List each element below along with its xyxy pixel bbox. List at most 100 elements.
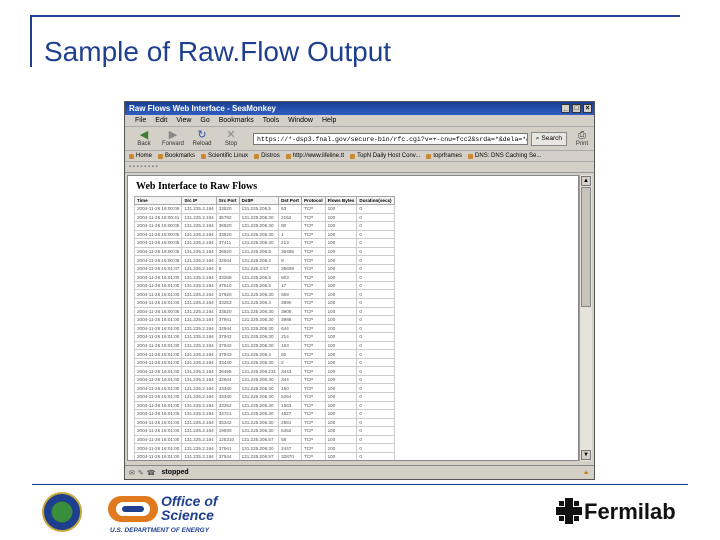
table-cell: 2004-11-26 16:01:00 xyxy=(133,366,183,376)
bookmark-topn[interactable]: TopN Daily Host Conv... xyxy=(350,153,420,159)
table-row: 2004-11-26 16:00:05 131.225.2.164 33520 131… xyxy=(133,204,395,214)
fermilab-wordmark: Fermilab xyxy=(584,499,676,524)
composer-icon[interactable]: ✎ xyxy=(138,469,144,477)
table-cell: 33520 xyxy=(215,229,240,240)
table-cell: 131.225.2.164 xyxy=(181,212,217,223)
table-cell: 33520 xyxy=(215,204,240,214)
bookmark-scientific-linux[interactable]: Scientific Linux xyxy=(201,153,248,159)
table-cell: 100 xyxy=(324,204,358,214)
table-row: 2004-11-26 18:00:05 131.225.2.164 37411 131… xyxy=(133,238,395,248)
chat-icon[interactable]: ☎ xyxy=(147,469,156,477)
reload-button[interactable]: ↻ Reload xyxy=(189,130,215,148)
scroll-up-icon[interactable]: ▲ xyxy=(581,176,591,186)
table-cell: 100 xyxy=(324,349,358,359)
table-cell: 131.225.206.30 xyxy=(238,400,280,411)
table-cell: 3988 xyxy=(278,315,302,325)
table-cell: 131.225.206.30 xyxy=(238,383,280,394)
bookmark-toprframes[interactable]: toprframes xyxy=(426,153,462,159)
table-cell: 32944 xyxy=(215,255,240,265)
column-header: Time xyxy=(133,196,183,205)
printer-icon: ⎙ xyxy=(578,129,586,141)
table-cell: 100 xyxy=(324,238,358,248)
mail-icon[interactable]: ✉ xyxy=(129,469,135,477)
table-cell: 131.225.2.57 xyxy=(238,263,280,274)
table-cell: 163 xyxy=(278,340,302,351)
table-cell: TCP xyxy=(300,315,326,325)
doe-text: U.S. DEPARTMENT OF ENERGY xyxy=(110,527,210,534)
menu-view[interactable]: View xyxy=(176,117,191,124)
table-cell: 0 xyxy=(356,289,395,299)
menu-go[interactable]: Go xyxy=(200,117,209,124)
table-cell: 131.225.206.5 xyxy=(238,280,280,291)
bookmark-distros[interactable]: Distros xyxy=(254,153,280,159)
close-icon[interactable]: × xyxy=(583,104,592,113)
forward-button[interactable]: ▶ Forward xyxy=(160,130,186,148)
bookmark-home[interactable]: Home xyxy=(129,153,152,159)
toolbar-icon[interactable]: ▪ ▪ ▪ ▪ ▪ ▪ ▪ ▪ xyxy=(129,164,158,170)
folder-icon xyxy=(254,153,260,159)
page-icon xyxy=(468,153,474,159)
bookmark-bookmarks[interactable]: Bookmarks xyxy=(158,153,195,159)
menu-file[interactable]: File xyxy=(135,117,146,124)
table-cell: 503 xyxy=(278,272,302,282)
bookmark-lifeline[interactable]: http://www.lifeline.tt xyxy=(285,153,344,159)
table-cell: TCP xyxy=(300,323,326,334)
vertical-scrollbar[interactable]: ▲ ▼ xyxy=(579,175,592,461)
table-cell: 35792 xyxy=(215,212,240,223)
table-cell: 8 xyxy=(278,255,302,265)
table-cell: 131.225.2.164 xyxy=(181,366,217,376)
table-cell: 34721 xyxy=(215,409,240,419)
bookmark-dns[interactable]: DNS: DNS Caching Se... xyxy=(468,153,541,159)
scroll-down-icon[interactable]: ▼ xyxy=(581,450,591,460)
print-button[interactable]: ⎙ Print xyxy=(570,129,594,147)
table-cell: 5452 xyxy=(278,426,302,436)
table-row: 2004-11-26 16:00:05 131.225.2.164 33520 131… xyxy=(133,229,395,240)
table-cell: 2004-11-26 16:01:00 xyxy=(133,357,183,368)
back-button[interactable]: ◀ Back xyxy=(131,130,157,148)
menu-window[interactable]: Window xyxy=(288,117,313,124)
table-cell: 100 xyxy=(324,332,358,342)
table-cell: TCP xyxy=(300,426,326,436)
table-row: 2004-11-26 16:01:00 131.225.2.164 33440 131… xyxy=(133,357,395,368)
table-cell: 131.225.206.4 xyxy=(238,298,280,308)
column-header: Protocol xyxy=(300,196,326,205)
table-cell: 0 xyxy=(356,221,395,231)
url-input[interactable]: https://*-dsp3.fnal.gov/secure-bin/rfc.c… xyxy=(253,132,528,145)
table-row: 2004-11-26 16:01:00 131.225.2.164 32944 131… xyxy=(133,323,395,334)
menu-edit[interactable]: Edit xyxy=(155,117,167,124)
table-cell: 100 xyxy=(324,255,358,265)
table-cell: 100 xyxy=(324,366,358,376)
footer-divider xyxy=(32,484,688,485)
stop-button[interactable]: ✕ Stop xyxy=(218,130,244,148)
table-cell: 36485 xyxy=(278,246,302,257)
table-row: 2004-11-26 16:01:00 131.225.2.164 33268 131… xyxy=(133,272,395,282)
table-cell: 100 xyxy=(324,280,358,291)
table-cell: 0 xyxy=(356,374,395,385)
table-cell: 0 xyxy=(356,255,395,265)
table-cell: 2447 xyxy=(278,443,302,453)
table-cell: 2152 xyxy=(278,212,302,223)
menu-help[interactable]: Help xyxy=(322,117,336,124)
table-row: 2004-11-26 16:01:00 131.225.2.164 33253 131… xyxy=(133,298,395,308)
table-cell: 50 xyxy=(278,349,302,359)
table-cell: 131.225.2.164 xyxy=(181,280,217,291)
table-cell: TCP xyxy=(300,263,326,274)
table-cell: 213 xyxy=(278,238,302,248)
menu-tools[interactable]: Tools xyxy=(263,117,279,124)
bookmarks-toolbar: Home Bookmarks Scientific Linux Distros … xyxy=(125,151,594,162)
table-cell: 80 xyxy=(278,221,302,231)
table-cell: 131.225.2.164 xyxy=(181,349,217,359)
table-cell: 33520 xyxy=(215,306,240,317)
search-button[interactable]: ⌕ Search xyxy=(530,131,567,146)
table-cell: 36520 xyxy=(215,246,240,257)
table-cell: 1563 xyxy=(278,400,302,411)
scroll-thumb[interactable] xyxy=(581,187,591,307)
minimize-icon[interactable]: _ xyxy=(561,104,570,113)
table-cell: 37920 xyxy=(215,289,240,299)
table-cell: 100 xyxy=(324,323,358,334)
table-cell: 131.225.2.164 xyxy=(181,255,217,265)
page-icon xyxy=(285,153,291,159)
menu-bookmarks[interactable]: Bookmarks xyxy=(219,117,254,124)
maximize-icon[interactable]: □ xyxy=(572,104,581,113)
table-cell: 35608 xyxy=(278,263,302,274)
